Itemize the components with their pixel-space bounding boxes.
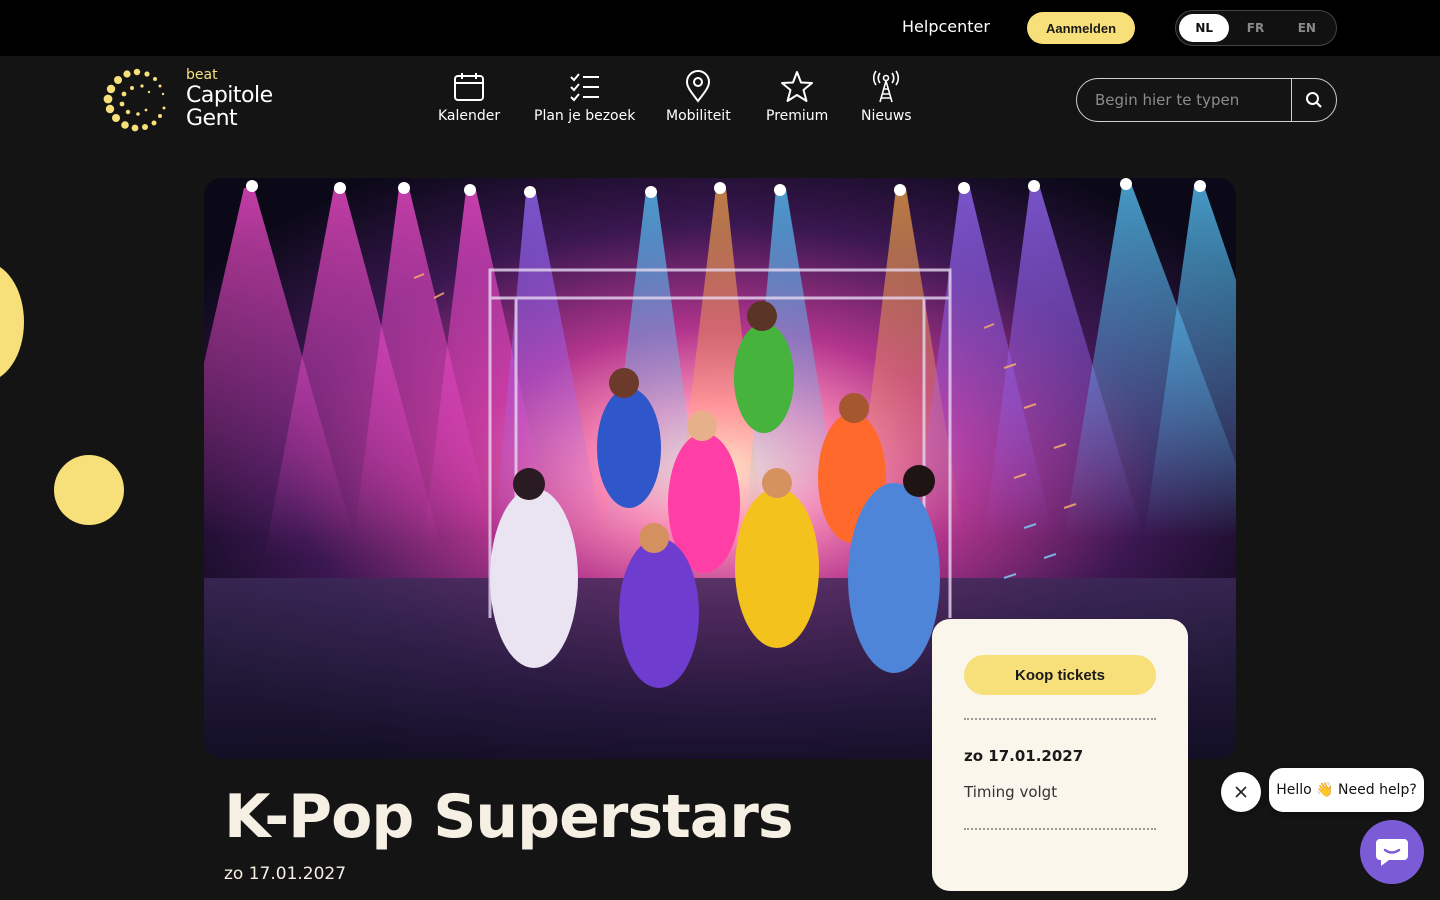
- ticket-date: zo 17.01.2027: [964, 747, 1084, 765]
- language-switcher: NL FR EN: [1175, 10, 1337, 46]
- language-option-nl[interactable]: NL: [1179, 14, 1230, 42]
- star-icon: [781, 71, 814, 102]
- chat-icon: [1376, 839, 1408, 866]
- checklist-icon: [569, 73, 599, 102]
- nav-item-mobiliteit[interactable]: Mobiliteit: [666, 70, 731, 130]
- location-pin-icon: [686, 70, 711, 103]
- calendar-icon: [454, 73, 485, 101]
- chat-launcher-button[interactable]: [1360, 820, 1424, 884]
- logo-beat-text: beat: [186, 67, 218, 83]
- chat-close-button[interactable]: [1221, 772, 1261, 812]
- top-bar: Helpcenter Aanmelden NL FR EN: [0, 0, 1440, 56]
- close-icon: [1235, 786, 1247, 798]
- logo-gent-text: Gent: [186, 106, 238, 131]
- nav-item-nieuws[interactable]: Nieuws: [861, 70, 912, 130]
- nav-label: Premium: [766, 108, 829, 124]
- nav-label: Kalender: [438, 108, 501, 124]
- nav-label: Mobiliteit: [666, 108, 731, 124]
- search-input[interactable]: [1077, 79, 1292, 121]
- login-button[interactable]: Aanmelden: [1027, 12, 1135, 44]
- decorative-circle: [0, 262, 24, 382]
- language-option-fr[interactable]: FR: [1230, 14, 1280, 42]
- search-button[interactable]: [1291, 79, 1336, 121]
- decorative-circle: [54, 455, 124, 525]
- divider: [964, 718, 1156, 720]
- logo-dots-icon: [103, 68, 166, 132]
- broadcast-tower-icon: [873, 70, 900, 103]
- nav-label: Nieuws: [861, 108, 912, 124]
- search-icon: [1306, 92, 1322, 108]
- nav-item-kalender[interactable]: Kalender: [438, 70, 500, 130]
- event-title: K-Pop Superstars: [224, 782, 794, 852]
- nav-item-plan-je-bezoek[interactable]: Plan je bezoek: [534, 70, 635, 130]
- search-box: [1076, 78, 1337, 122]
- buy-tickets-button[interactable]: Koop tickets: [964, 655, 1156, 695]
- ticket-card: Koop tickets zo 17.01.2027 Timing volgt: [932, 619, 1188, 891]
- helpcenter-link[interactable]: Helpcenter: [902, 17, 990, 36]
- language-option-en[interactable]: EN: [1282, 14, 1332, 42]
- site-logo[interactable]: beat Capitole Gent: [102, 66, 282, 138]
- ticket-timing: Timing volgt: [964, 783, 1058, 801]
- nav-label: Plan je bezoek: [534, 108, 636, 124]
- event-date: zo 17.01.2027: [224, 864, 347, 884]
- chat-greeting-bubble[interactable]: Hello 👋 Need help?: [1269, 768, 1424, 812]
- logo-capitole-text: Capitole: [186, 83, 273, 108]
- divider: [964, 828, 1156, 830]
- nav-item-premium[interactable]: Premium: [766, 70, 828, 130]
